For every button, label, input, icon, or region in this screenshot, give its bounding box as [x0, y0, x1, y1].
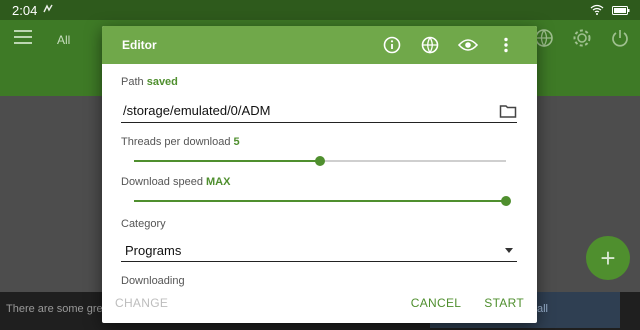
info-icon[interactable]: [381, 34, 403, 56]
path-status: saved: [146, 76, 178, 88]
battery-icon: [612, 3, 630, 18]
snackbar-text: There are some grea: [6, 303, 109, 315]
snackbar-action-label[interactable]: all: [537, 303, 548, 315]
path-field[interactable]: /storage/emulated/0/ADM: [121, 99, 517, 123]
threads-label: Threads per download 5: [121, 136, 240, 148]
speed-slider[interactable]: [121, 194, 517, 208]
menu-icon[interactable]: [14, 30, 32, 44]
filter-tab-all[interactable]: All: [57, 33, 70, 47]
power-icon[interactable]: [610, 28, 630, 48]
globe-icon[interactable]: [419, 34, 441, 56]
start-button[interactable]: START: [484, 296, 524, 310]
speed-slider-thumb[interactable]: [501, 196, 511, 206]
globe-icon[interactable]: [534, 28, 554, 48]
notification-icon: [43, 3, 53, 17]
status-time: 2:04: [12, 2, 38, 18]
dialog-title: Editor: [122, 38, 157, 52]
threads-value: 5: [233, 136, 240, 148]
change-button[interactable]: CHANGE: [115, 296, 168, 310]
eye-icon[interactable]: [457, 34, 479, 56]
status-bar: 2:04: [0, 0, 640, 20]
category-select[interactable]: Programs: [121, 240, 517, 262]
add-download-fab[interactable]: +: [586, 236, 630, 280]
chevron-down-icon: [505, 248, 513, 253]
threads-slider-thumb[interactable]: [315, 156, 325, 166]
editor-dialog: Editor Path saved /storage/emulated/0/AD…: [102, 26, 537, 323]
dialog-header: Editor: [102, 26, 537, 64]
cancel-button[interactable]: CANCEL: [411, 296, 461, 310]
threads-slider[interactable]: [121, 154, 517, 168]
path-value: /storage/emulated/0/ADM: [123, 103, 271, 118]
gear-icon[interactable]: [572, 28, 592, 48]
category-label: Category: [121, 218, 166, 230]
speed-value: MAX: [206, 176, 231, 188]
speed-label: Download speed MAX: [121, 176, 231, 188]
path-label: Path saved: [121, 76, 178, 88]
folder-icon[interactable]: [499, 103, 517, 119]
wifi-icon: [590, 3, 604, 18]
dialog-actions: CHANGE CANCEL START: [102, 283, 537, 323]
category-value: Programs: [125, 243, 182, 258]
more-options-icon[interactable]: [495, 34, 517, 56]
